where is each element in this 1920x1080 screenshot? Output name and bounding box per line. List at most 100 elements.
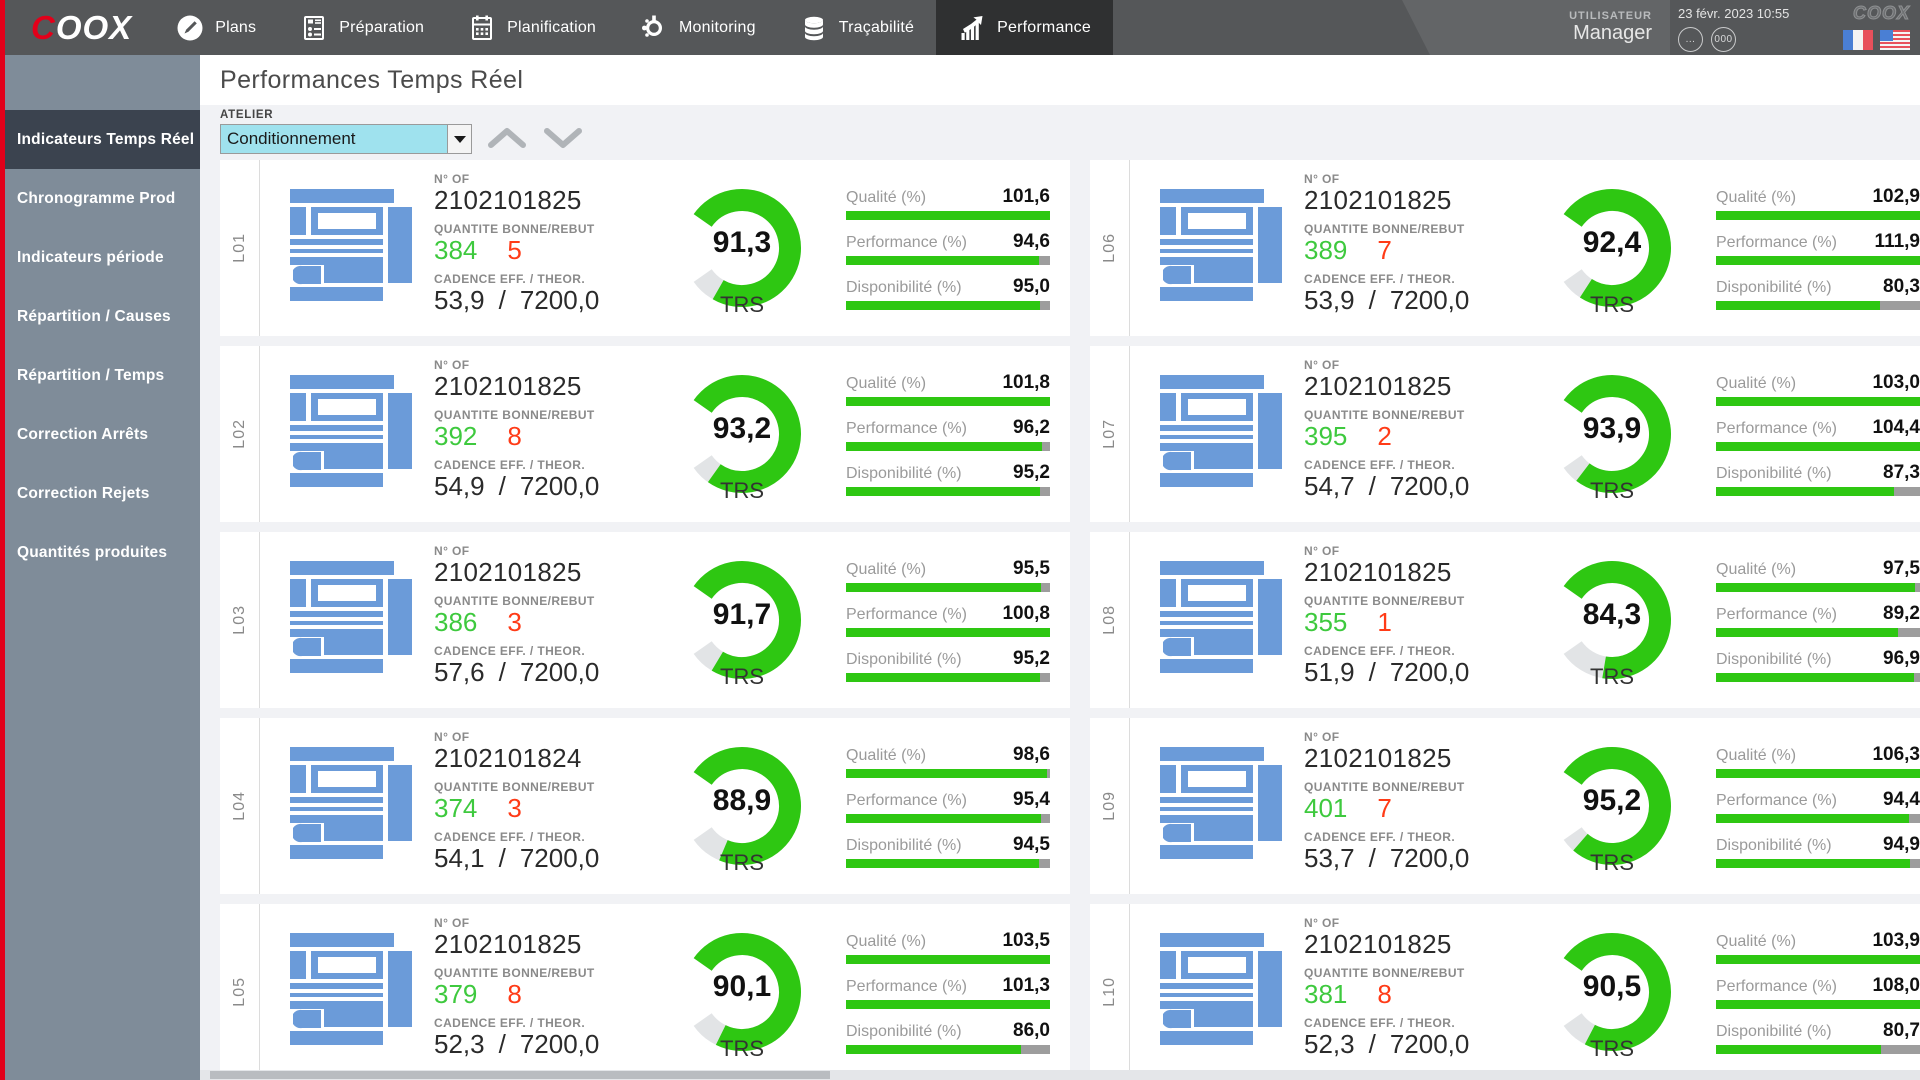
indicator-availability-fill <box>1716 859 1910 868</box>
performance-card[interactable]: L04 N° OF 2102101824 QUANTITE BONNE/REBU… <box>220 718 1070 894</box>
performance-card[interactable]: L01 N° OF 2102101825 QUANTITE BONNE/REBU… <box>220 160 1070 336</box>
indicator-quality: Qualité (%) 103,9 <box>1716 930 1920 964</box>
performance-card[interactable]: L07 N° OF 2102101825 QUANTITE BONNE/REBU… <box>1090 346 1920 522</box>
indicator-performance-fill <box>1716 1000 1920 1009</box>
card-body: N° OF 2102101825 QUANTITE BONNE/REBUT 38… <box>260 532 1070 708</box>
sidebar-item-indicateurs-p-riode[interactable]: Indicateurs période <box>5 228 200 287</box>
indicator-performance-track <box>1716 442 1920 451</box>
scroll-down-button[interactable] <box>542 123 584 153</box>
indicator-bars: Qualité (%) 97,5 Performance (%) 89,2 Di… <box>1700 558 1920 682</box>
cadence-theoretical-value: 7200,0 <box>519 471 600 502</box>
sidebar-item-label: Répartition / Causes <box>17 307 171 325</box>
of-block: N° OF 2102101825 <box>434 358 654 402</box>
status-block: 23 févr. 2023 10:55 COOX ... 000 <box>1670 0 1920 55</box>
scroll-up-button[interactable] <box>486 123 528 153</box>
sidebar-item-r-partition-temps[interactable]: Répartition / Temps <box>5 346 200 405</box>
cadence-effective-value: 52,3 <box>434 1029 485 1060</box>
quantity-scrap-value: 3 <box>507 793 522 824</box>
sidebar: Indicateurs Temps Réel Chronogramme Prod I… <box>0 55 200 1080</box>
quantity-scrap-value: 5 <box>507 235 522 266</box>
indicator-availability-track <box>1716 859 1920 868</box>
cadence-block: CADENCE EFF. / THEOR. 51,9 / 7200,0 <box>1304 644 1524 688</box>
indicator-performance-fill <box>1716 814 1909 823</box>
indicator-quality-fill <box>846 583 1041 592</box>
indicator-quality-value: 95,5 <box>1013 558 1050 579</box>
nav-tab-label: Traçabilité <box>838 18 915 36</box>
cadence-theoretical-value: 7200,0 <box>1389 285 1470 316</box>
sidebar-item-label: Répartition / Temps <box>17 366 165 384</box>
cadence-block: CADENCE EFF. / THEOR. 53,9 / 7200,0 <box>434 272 654 316</box>
nav-tab-plans[interactable]: Plans <box>154 0 278 55</box>
indicator-availability-track <box>1716 487 1920 496</box>
indicator-quality-track <box>846 211 1050 220</box>
cadence-effective-value: 51,9 <box>1304 657 1355 688</box>
indicator-availability-label: Disponibilité (%) <box>846 1023 962 1040</box>
chevron-down-icon[interactable] <box>448 124 472 154</box>
indicator-performance-label: Performance (%) <box>846 978 967 995</box>
indicator-performance-track <box>1716 1000 1920 1009</box>
of-block: N° OF 2102101824 <box>434 730 654 774</box>
card-body: N° OF 2102101825 QUANTITE BONNE/REBUT 37… <box>260 904 1070 1080</box>
cadence-theoretical-value: 7200,0 <box>1389 843 1470 874</box>
sidebar-item-quantit-s-produites[interactable]: Quantités produites <box>5 523 200 582</box>
datetime-display: 23 févr. 2023 10:55 <box>1678 6 1790 21</box>
indicator-bars: Qualité (%) 101,6 Performance (%) 94,6 D… <box>830 186 1056 310</box>
indicator-availability-value: 80,7 <box>1883 1020 1920 1041</box>
cadence-separator: / <box>498 471 506 502</box>
trs-gauge: 93,2 TRS <box>662 368 822 503</box>
line-name: L09 <box>1100 791 1118 821</box>
trs-value: 88,9 <box>712 784 772 817</box>
indicator-availability-fill <box>1716 1045 1881 1054</box>
trs-gauge: 90,1 TRS <box>662 926 822 1061</box>
nav-tab-prparation[interactable]: Préparation <box>278 0 446 55</box>
trs-gauge: 84,3 TRS <box>1532 554 1692 689</box>
indicator-availability: Disponibilité (%) 94,9 <box>1716 834 1920 868</box>
indicator-bars: Qualité (%) 101,8 Performance (%) 96,2 D… <box>830 372 1056 496</box>
sidebar-item-r-partition-causes[interactable]: Répartition / Causes <box>5 287 200 346</box>
nav-tab-monitoring[interactable]: Monitoring <box>618 0 778 55</box>
horizontal-scrollbar-thumb[interactable] <box>210 1071 830 1079</box>
nav-tab-planification[interactable]: Planification <box>446 0 618 55</box>
indicator-quality-track <box>846 583 1050 592</box>
performance-cards-grid: L01 N° OF 2102101825 QUANTITE BONNE/REBU… <box>200 160 1920 1080</box>
counter-icon[interactable]: 000 <box>1711 27 1736 52</box>
flag-usa-icon[interactable] <box>1880 29 1910 50</box>
line-label: L02 <box>220 346 260 522</box>
performance-card[interactable]: L08 N° OF 2102101825 QUANTITE BONNE/REBU… <box>1090 532 1920 708</box>
performance-card[interactable]: L09 N° OF 2102101825 QUANTITE BONNE/REBU… <box>1090 718 1920 894</box>
performance-card[interactable]: L06 N° OF 2102101825 QUANTITE BONNE/REBU… <box>1090 160 1920 336</box>
nav-tab-performance[interactable]: Performance <box>936 0 1113 55</box>
sidebar-item-indicateurs-temps-r-el[interactable]: Indicateurs Temps Réel <box>5 110 200 169</box>
indicator-availability-track <box>846 301 1050 310</box>
quantity-block: QUANTITE BONNE/REBUT 374 3 <box>434 780 654 824</box>
trs-value: 91,7 <box>712 598 772 631</box>
indicator-availability-fill <box>846 673 1041 682</box>
sidebar-item-correction-rejets[interactable]: Correction Rejets <box>5 464 200 523</box>
indicator-quality-value: 97,5 <box>1883 558 1920 579</box>
indicator-performance-fill <box>846 628 1050 637</box>
indicator-performance-fill <box>846 256 1039 265</box>
indicator-performance-value: 94,6 <box>1013 231 1050 252</box>
flag-france-icon[interactable] <box>1843 29 1873 50</box>
performance-card[interactable]: L02 N° OF 2102101825 QUANTITE BONNE/REBU… <box>220 346 1070 522</box>
trs-value: 92,4 <box>1582 226 1642 259</box>
nav-tab-traabilit[interactable]: Traçabilité <box>778 0 936 55</box>
cadence-separator: / <box>498 1029 506 1060</box>
trs-label: TRS <box>1590 850 1634 875</box>
indicator-performance-value: 95,4 <box>1013 789 1050 810</box>
indicator-quality-value: 101,6 <box>1002 186 1050 207</box>
card-info-column: N° OF 2102101825 QUANTITE BONNE/REBUT 39… <box>422 358 654 509</box>
performance-card[interactable]: L10 N° OF 2102101825 QUANTITE BONNE/REBU… <box>1090 904 1920 1080</box>
of-value: 2102101825 <box>434 185 582 216</box>
performance-card[interactable]: L03 N° OF 2102101825 QUANTITE BONNE/REBU… <box>220 532 1070 708</box>
sidebar-item-chronogramme-prod[interactable]: Chronogramme Prod <box>5 169 200 228</box>
user-block[interactable]: UTILISATEUR Manager <box>1402 0 1670 55</box>
atelier-select[interactable]: Conditionnement <box>220 124 448 154</box>
card-body: N° OF 2102101825 QUANTITE BONNE/REBUT 39… <box>260 346 1070 522</box>
trs-label: TRS <box>720 1036 764 1061</box>
sidebar-item-correction-arr-ts[interactable]: Correction Arrêts <box>5 405 200 464</box>
indicator-quality: Qualité (%) 101,6 <box>846 186 1050 220</box>
dots-menu-icon[interactable]: ... <box>1678 27 1703 52</box>
performance-card[interactable]: L05 N° OF 2102101825 QUANTITE BONNE/REBU… <box>220 904 1070 1080</box>
line-name: L08 <box>1100 605 1118 635</box>
